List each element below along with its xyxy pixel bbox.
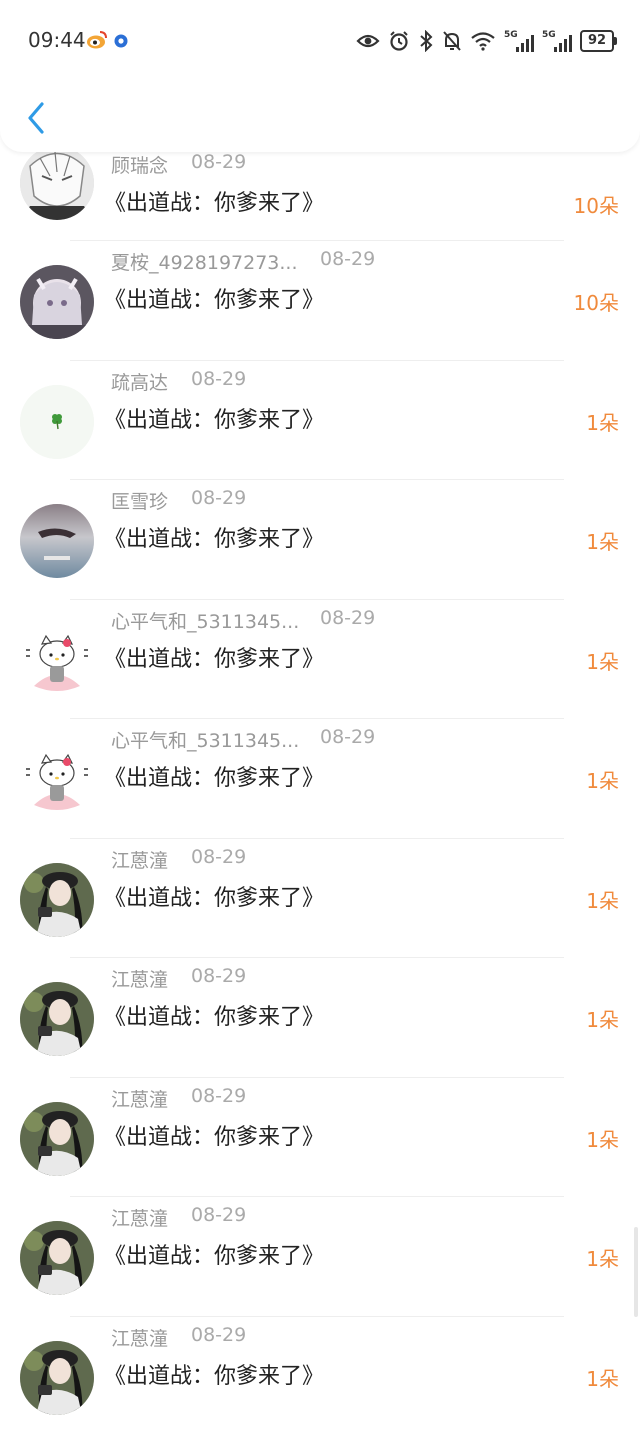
sender-name: 心平气和_5311345... [111, 726, 311, 753]
sender-name: 夏桉_4928197273... [111, 248, 311, 275]
list-item[interactable]: 江蒽潼 08-29 《出道战：你爹来了》 1朵 [0, 1317, 640, 1436]
app-notification-icon [114, 33, 128, 52]
list-item[interactable]: 匡雪珍 08-29 《出道战：你爹来了》 1朵 [0, 480, 640, 600]
girl-photo-avatar[interactable] [20, 863, 94, 937]
gift-date: 08-29 [191, 846, 246, 868]
girl-photo-avatar[interactable] [20, 982, 94, 1056]
status-icons: 5G 5G 92 [356, 27, 614, 55]
gift-date: 08-29 [320, 248, 375, 270]
bluetooth-icon [418, 30, 434, 52]
list-item[interactable]: 心平气和_5311345... 08-29 《出道战：你爹来了》 1朵 [0, 600, 640, 720]
flower-count: 10朵 [574, 190, 619, 219]
gift-date: 08-29 [191, 487, 246, 509]
gift-title: 《出道战：你爹来了》 [104, 185, 324, 217]
hello-kitty-avatar[interactable] [20, 624, 94, 698]
underwater-avatar[interactable] [20, 504, 94, 578]
alarm-icon [388, 30, 410, 52]
gift-title: 《出道战：你爹来了》 [104, 1238, 324, 1270]
signal-icon: 5G [504, 30, 534, 52]
gift-date: 08-29 [191, 965, 246, 987]
gift-title: 《出道战：你爹来了》 [104, 760, 324, 792]
list-item[interactable]: 江蒽潼 08-29 《出道战：你爹来了》 1朵 [0, 839, 640, 959]
battery-icon: 92 [580, 30, 614, 52]
list-item[interactable]: 江蒽潼 08-29 《出道战：你爹来了》 1朵 [0, 1078, 640, 1198]
list-item[interactable]: 江蒽潼 08-29 《出道战：你爹来了》 1朵 [0, 1197, 640, 1317]
wifi-icon [470, 30, 496, 52]
gift-date: 08-29 [320, 607, 375, 629]
flower-count: 1朵 [586, 1363, 619, 1392]
list-item[interactable]: 心平气和_5311345... 08-29 《出道战：你爹来了》 1朵 [0, 719, 640, 839]
status-time: 09:44 [28, 28, 86, 52]
flower-count: 1朵 [586, 407, 619, 436]
anime-girl-avatar[interactable] [20, 265, 94, 339]
gift-title: 《出道战：你爹来了》 [104, 521, 324, 553]
girl-photo-avatar[interactable] [20, 1102, 94, 1176]
list-item[interactable]: 江蒽潼 08-29 《出道战：你爹来了》 1朵 [0, 958, 640, 1078]
gift-date: 08-29 [191, 1204, 246, 1226]
flower-count: 1朵 [586, 526, 619, 555]
gift-record-list: 顾瑞念 08-29 《出道战：你爹来了》 10朵 夏桉_4928197273..… [0, 144, 640, 1436]
anime-sketch-avatar[interactable] [20, 146, 94, 220]
gift-title: 《出道战：你爹来了》 [104, 641, 324, 673]
scrollbar[interactable] [634, 1227, 638, 1317]
list-item[interactable]: 疏高达 08-29 《出道战：你爹来了》 1朵 [0, 361, 640, 481]
eye-icon [356, 30, 380, 52]
clover-avatar[interactable] [20, 385, 94, 459]
gift-title: 《出道战：你爹来了》 [104, 880, 324, 912]
gift-date: 08-29 [191, 1085, 246, 1107]
list-item[interactable]: 夏桉_4928197273... 08-29 《出道战：你爹来了》 10朵 [0, 241, 640, 361]
mute-bell-icon [442, 30, 462, 52]
gift-title: 《出道战：你爹来了》 [104, 282, 324, 314]
flower-count: 1朵 [586, 1004, 619, 1033]
gift-date: 08-29 [191, 1324, 246, 1346]
flower-count: 10朵 [574, 287, 619, 316]
signal-icon: 5G [542, 30, 572, 52]
gift-date: 08-29 [191, 368, 246, 390]
gift-date: 08-29 [191, 151, 246, 173]
gift-title: 《出道战：你爹来了》 [104, 1119, 324, 1151]
chevron-left-icon [18, 96, 58, 140]
flower-count: 1朵 [586, 1124, 619, 1153]
back-button[interactable] [18, 96, 58, 140]
gift-title: 《出道战：你爹来了》 [104, 402, 324, 434]
weibo-icon [86, 30, 108, 54]
gift-title: 《出道战：你爹来了》 [104, 999, 324, 1031]
flower-count: 1朵 [586, 1243, 619, 1272]
gift-title: 《出道战：你爹来了》 [104, 1358, 324, 1390]
sender-name: 心平气和_5311345... [111, 607, 311, 634]
hello-kitty-avatar[interactable] [20, 743, 94, 817]
girl-photo-avatar[interactable] [20, 1341, 94, 1415]
app-header: 09:44 5G 5G 92 [0, 0, 640, 152]
flower-count: 1朵 [586, 646, 619, 675]
list-item[interactable]: 顾瑞念 08-29 《出道战：你爹来了》 10朵 [0, 144, 640, 241]
flower-count: 1朵 [586, 885, 619, 914]
flower-count: 1朵 [586, 765, 619, 794]
gift-date: 08-29 [320, 726, 375, 748]
girl-photo-avatar[interactable] [20, 1221, 94, 1295]
